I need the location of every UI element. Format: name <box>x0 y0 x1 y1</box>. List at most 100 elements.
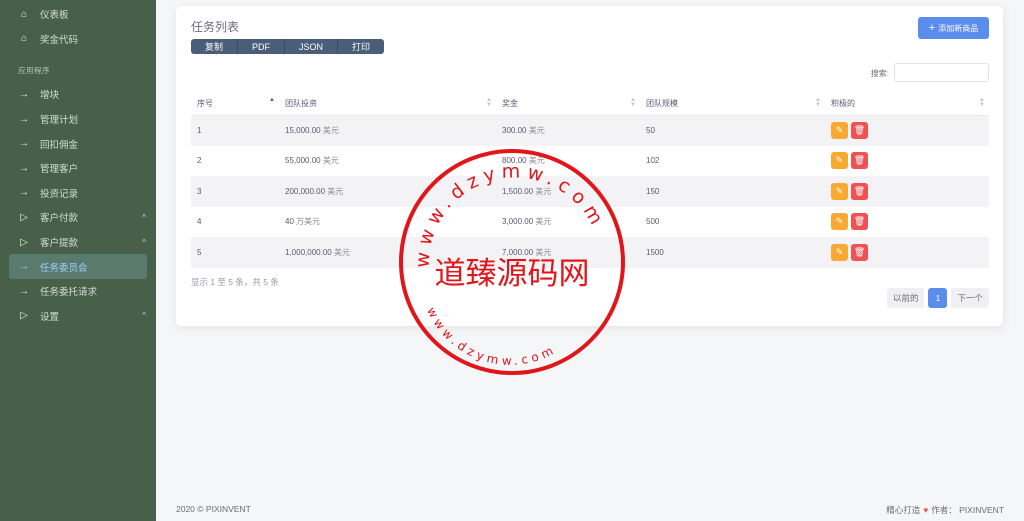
column-header-team-size[interactable]: 团队规模 ▲ ▼ <box>640 93 825 116</box>
search-input[interactable] <box>894 63 989 82</box>
sidebar-item-6[interactable]: ▷ 客户提款 ^ <box>0 230 156 255</box>
trash-icon[interactable]: 🗑 <box>851 122 868 139</box>
sidebar-item-label: 客户提款 <box>40 238 79 250</box>
cell-actions: ✎ 🗑 <box>825 146 989 177</box>
pagination-previous[interactable]: 以前的 <box>886 288 925 308</box>
sidebar-item-label: 设置 <box>40 311 60 323</box>
play-triangle-icon: ▷ <box>20 211 28 223</box>
home-icon: ⌂ <box>20 33 28 45</box>
sidebar-item-label: 管理客户 <box>40 164 79 176</box>
pagination-next[interactable]: 下一个 <box>951 288 989 308</box>
sidebar-item-0[interactable]: → 增块 <box>0 82 156 107</box>
cell-no: 5 <box>191 237 279 268</box>
add-button-label: 添加新商品 <box>938 23 979 33</box>
trash-icon[interactable]: 🗑 <box>851 243 868 261</box>
arrow-right-icon: → <box>19 187 29 199</box>
table-row: 1 15,000.00 美元 300.00 美元 50 ✎ 🗑 <box>191 115 989 146</box>
cell-no: 4 <box>197 217 202 227</box>
pagination-page-current[interactable]: 1 <box>928 288 948 308</box>
chevron-up-icon: ^ <box>142 311 146 321</box>
cell-no: 3 <box>191 176 279 207</box>
edit-icon[interactable]: ✎ <box>831 213 848 231</box>
column-header-investment[interactable]: 团队投资 ▲ ▼ <box>279 93 496 116</box>
home-icon: ⌂ <box>20 8 28 20</box>
chevron-up-icon: ^ <box>142 212 146 222</box>
arrow-right-icon: → <box>19 285 29 297</box>
sidebar-item-1[interactable]: → 管理计划 <box>0 107 156 132</box>
footer-copyright: 2020 © PIXINVENT <box>176 504 251 514</box>
sidebar-item-label: 仪表板 <box>40 10 69 22</box>
json-button[interactable]: JSON <box>285 39 339 54</box>
table-row: 4 40 万美元 3,000.00 美元 500 ✎ 🗑 <box>191 207 989 238</box>
export-button-group: 复制 PDF JSON 打印 <box>191 39 385 54</box>
trash-icon[interactable]: 🗑 <box>851 182 868 200</box>
table-header-row: 序号 ▲ ▼ 团队投资 ▲ ▼ 奖金 ▲ ▼ 团队规模 ▲ ▼ 积极的 ▲ ▼ <box>191 93 989 116</box>
task-table: 序号 ▲ ▼ 团队投资 ▲ ▼ 奖金 ▲ ▼ 团队规模 ▲ ▼ 积极的 ▲ ▼ 1 15,000.00… <box>191 93 989 268</box>
sort-icon: ▲ ▼ <box>979 97 985 108</box>
edit-icon[interactable]: ✎ <box>831 243 848 261</box>
edit-icon[interactable]: ✎ <box>831 182 848 200</box>
add-new-item-button[interactable]: + 添加新商品 <box>918 17 989 39</box>
pagination: 以前的 1 下一个 <box>886 288 989 308</box>
cell-no: 2 <box>197 156 202 166</box>
copy-button[interactable]: 复制 <box>191 39 239 54</box>
cell-investment: 15,000.00 美元 <box>279 115 496 146</box>
cell-team-size: 102 <box>646 156 660 166</box>
sidebar-item-label: 投资记录 <box>40 188 79 200</box>
footer-credit: 精心打造 ♥ 作者： PIXINVENT <box>886 505 1004 515</box>
cell-investment: 200,000.00 美元 <box>279 176 496 207</box>
cell-no: 1 <box>191 115 279 146</box>
sidebar-item-2[interactable]: → 回扣佣金 <box>0 131 156 156</box>
chevron-up-icon: ^ <box>142 237 146 247</box>
column-header-no[interactable]: 序号 ▲ ▼ <box>191 93 279 116</box>
column-header-bonus[interactable]: 奖金 ▲ ▼ <box>496 93 640 116</box>
sidebar-item-label: 增块 <box>40 90 60 102</box>
pdf-button[interactable]: PDF <box>238 39 286 54</box>
sidebar-item-label: 任务委员会 <box>40 262 88 274</box>
cell-actions: ✎ 🗑 <box>825 176 989 207</box>
cell-actions: ✎ 🗑 <box>825 237 989 268</box>
cell-team-size: 500 <box>646 217 660 227</box>
cell-team-size: 50 <box>640 115 825 146</box>
sort-icon: ▲ ▼ <box>815 97 821 108</box>
cell-bonus: 7,000.00 美元 <box>496 237 640 268</box>
cell-bonus: 300.00 美元 <box>496 115 640 146</box>
cell-investment: 1,000,000.00 美元 <box>279 237 496 268</box>
cell-investment: 40 万美元 <box>285 217 321 227</box>
task-list-card: 任务列表 复制 PDF JSON 打印 + 添加新商品 搜索: 序号 ▲ ▼ 团队投… <box>176 6 1003 326</box>
search-label: 搜索: <box>870 69 889 78</box>
sort-icon: ▲ ▼ <box>630 97 636 108</box>
sidebar: ⌂ 仪表板 ⌂ 奖金代码 应用程序 → 增块 → 管理计划 → 回扣佣金 → 管理客户 → 投资记… <box>0 0 156 521</box>
sidebar-item-label: 奖金代码 <box>40 34 79 46</box>
arrow-right-icon: → <box>19 138 29 150</box>
sidebar-item-4[interactable]: → 投资记录 <box>0 181 156 206</box>
cell-actions: ✎ 🗑 <box>825 115 989 146</box>
sidebar-item-8[interactable]: → 任务委托请求 <box>0 279 156 304</box>
table-info: 显示 1 至 5 条，共 5 条 <box>191 277 279 287</box>
sidebar-item-9[interactable]: ▷ 设置 ^ <box>0 304 156 329</box>
sidebar-item-label: 客户付款 <box>40 213 79 225</box>
plus-icon: + <box>928 22 936 34</box>
print-button[interactable]: 打印 <box>338 39 385 54</box>
sidebar-item-dashboard[interactable]: ⌂ 仪表板 <box>0 2 156 27</box>
arrow-right-icon: → <box>19 162 29 174</box>
sidebar-item-3[interactable]: → 管理客户 <box>0 156 156 181</box>
sidebar-section-label: 应用程序 <box>18 66 50 76</box>
cell-investment: 55,000.00 美元 <box>285 156 339 166</box>
trash-icon[interactable]: 🗑 <box>851 213 868 231</box>
cell-team-size: 1500 <box>640 237 825 268</box>
card-title: 任务列表 <box>191 20 240 34</box>
sidebar-item-bonus-code[interactable]: ⌂ 奖金代码 <box>0 27 156 52</box>
edit-icon[interactable]: ✎ <box>831 152 848 170</box>
table-row: 2 55,000.00 美元 800.00 美元 102 ✎ 🗑 <box>191 146 989 177</box>
sidebar-item-label: 管理计划 <box>40 115 79 127</box>
column-header-active[interactable]: 积极的 ▲ ▼ <box>825 93 989 116</box>
edit-icon[interactable]: ✎ <box>831 122 848 139</box>
heart-icon: ♥ <box>923 505 929 515</box>
sidebar-item-7[interactable]: → 任务委员会 <box>9 254 147 279</box>
sort-icon: ▲ ▼ <box>269 97 275 108</box>
sidebar-item-5[interactable]: ▷ 客户付款 ^ <box>0 205 156 230</box>
table-row: 3 200,000.00 美元 1,500.00 美元 150 ✎ 🗑 <box>191 176 989 207</box>
trash-icon[interactable]: 🗑 <box>851 152 868 170</box>
arrow-right-icon: → <box>19 261 29 273</box>
